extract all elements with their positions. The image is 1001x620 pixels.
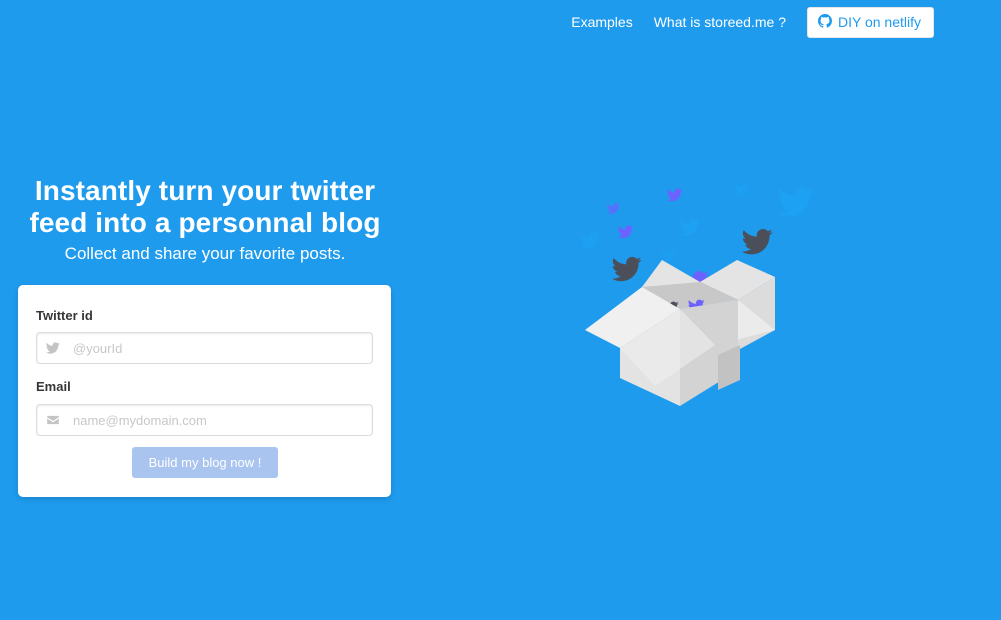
twitter-bird-icon xyxy=(679,218,701,236)
envelope-icon xyxy=(37,413,69,427)
diy-netlify-button[interactable]: DIY on netlify xyxy=(806,6,934,38)
twitter-id-input[interactable] xyxy=(69,340,372,356)
github-icon xyxy=(817,13,832,31)
page-title: Instantly turn your twitter feed into a … xyxy=(29,175,381,238)
twitter-id-field xyxy=(36,332,373,364)
email-field xyxy=(36,404,373,436)
nav-link-examples[interactable]: Examples xyxy=(571,6,632,38)
page-subtitle: Collect and share your favorite posts. xyxy=(64,244,346,263)
twitter-bird-icon xyxy=(579,231,601,249)
twitter-bird-icon xyxy=(734,183,750,196)
signup-form-card: Twitter id Email Build my blog now ! xyxy=(18,285,391,497)
twitter-bird-icon xyxy=(666,188,683,202)
nav-link-what-is[interactable]: What is storeed.me ? xyxy=(654,6,786,38)
twitter-icon xyxy=(37,341,69,355)
hero: Instantly turn your twitter feed into a … xyxy=(20,175,390,265)
diy-netlify-label: DIY on netlify xyxy=(837,14,921,30)
twitter-bird-icon xyxy=(617,225,634,239)
twitter-id-label: Twitter id xyxy=(36,308,93,323)
build-blog-button[interactable]: Build my blog now ! xyxy=(132,447,278,478)
twitter-bird-icon xyxy=(606,203,620,214)
twitter-bird-icon xyxy=(661,249,677,262)
twitter-bird-icon xyxy=(611,256,642,282)
email-label: Email xyxy=(36,379,71,394)
twitter-bird-icon xyxy=(777,187,814,217)
twitter-bird-icon xyxy=(741,228,773,255)
box-with-twitter-birds-illustration xyxy=(579,183,814,406)
top-nav: Examples What is storeed.me ? DIY on net… xyxy=(571,6,934,38)
email-input[interactable] xyxy=(69,412,372,428)
landing-page: Examples What is storeed.me ? DIY on net… xyxy=(0,0,1001,620)
